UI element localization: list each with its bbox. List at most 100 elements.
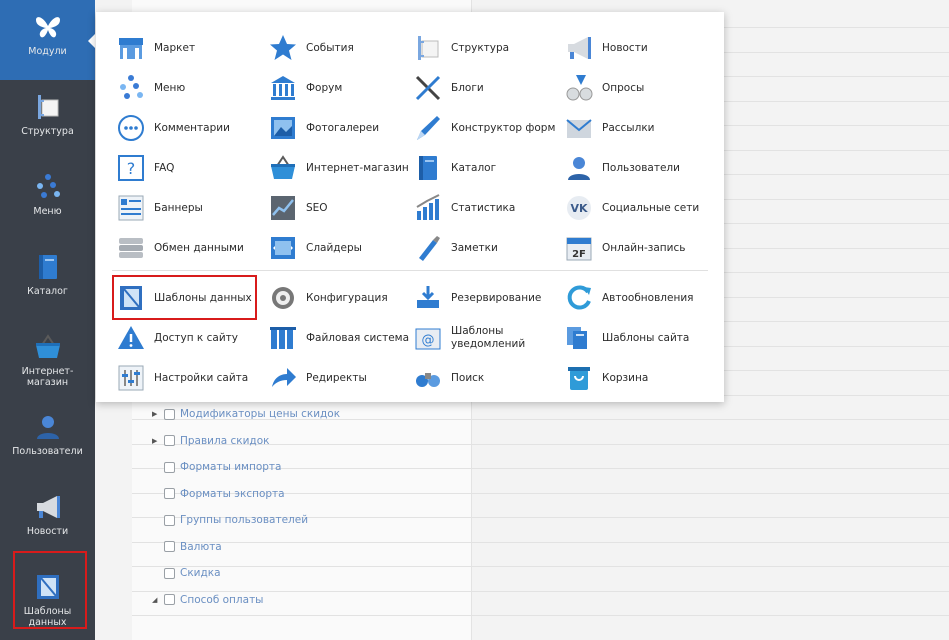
module-новости[interactable]: Новости bbox=[564, 30, 714, 66]
module-слайдеры[interactable]: Слайдеры bbox=[268, 230, 418, 266]
module-label: Комментарии bbox=[154, 121, 230, 134]
refresh-icon bbox=[564, 283, 594, 313]
tree-row-label[interactable]: Форматы импорта bbox=[180, 461, 281, 473]
tree-row[interactable]: Форматы экспорта bbox=[152, 484, 285, 504]
module-баннеры[interactable]: Баннеры bbox=[116, 190, 266, 226]
pen-icon bbox=[413, 73, 443, 103]
module-рассылки[interactable]: Рассылки bbox=[564, 110, 714, 146]
tree-row[interactable]: Форматы импорта bbox=[152, 457, 281, 477]
megaphone-icon bbox=[33, 492, 63, 522]
module-label: FAQ bbox=[154, 161, 175, 174]
module-обмен-данными[interactable]: Обмен данными bbox=[116, 230, 266, 266]
module-шаблоны-сайта[interactable]: Шаблоны сайта bbox=[564, 320, 714, 356]
tree-row-label[interactable]: Модификаторы цены скидок bbox=[180, 408, 340, 420]
module-faq[interactable]: ? FAQ bbox=[116, 150, 266, 186]
module-меню[interactable]: Меню bbox=[116, 70, 266, 106]
tree-row[interactable]: ▶ Модификаторы цены скидок bbox=[152, 404, 340, 424]
module-label: Пользователи bbox=[602, 161, 680, 174]
expand-arrow-icon[interactable]: ◢ bbox=[152, 596, 160, 604]
module-редиректы[interactable]: Редиректы bbox=[268, 360, 418, 396]
sidebar-item-label: Пользователи bbox=[12, 446, 83, 457]
tree-row[interactable]: ▶ Правила скидок bbox=[152, 431, 269, 451]
module-пользователи[interactable]: Пользователи bbox=[564, 150, 714, 186]
module-label: Интернет-магазин bbox=[306, 161, 409, 174]
module-резервирование[interactable]: Резервирование bbox=[413, 280, 563, 316]
module-опросы[interactable]: Опросы bbox=[564, 70, 714, 106]
module-корзина[interactable]: Корзина bbox=[564, 360, 714, 396]
module-события[interactable]: События bbox=[268, 30, 418, 66]
module-конфигурация[interactable]: Конфигурация bbox=[268, 280, 418, 316]
tree-row-label[interactable]: Скидка bbox=[180, 567, 221, 579]
module-шаблоны-уведомлений[interactable]: @ Шаблоны уведомлений bbox=[413, 320, 563, 356]
module-label: Конструктор форм bbox=[451, 121, 556, 134]
module-доступ-к-сайту[interactable]: Доступ к сайту bbox=[116, 320, 266, 356]
tree-row[interactable]: Скидка bbox=[152, 563, 221, 583]
sidebar-item-3[interactable]: Каталог bbox=[0, 240, 95, 320]
module-поиск[interactable]: Поиск bbox=[413, 360, 563, 396]
svg-text:VK: VK bbox=[570, 202, 588, 215]
module-label: Опросы bbox=[602, 81, 645, 94]
module-файловая-система[interactable]: Файловая система bbox=[268, 320, 418, 356]
files-icon bbox=[268, 323, 298, 353]
sidebar-item-2[interactable]: Меню bbox=[0, 160, 95, 240]
tree-row-label[interactable]: Группы пользователей bbox=[180, 514, 308, 526]
tree-checkbox[interactable] bbox=[164, 488, 175, 499]
poll-icon bbox=[564, 73, 594, 103]
module-заметки[interactable]: Заметки bbox=[413, 230, 563, 266]
tree-checkbox[interactable] bbox=[164, 541, 175, 552]
module-маркет[interactable]: Маркет bbox=[116, 30, 266, 66]
module-label: Шаблоны сайта bbox=[602, 331, 690, 344]
module-label: Блоги bbox=[451, 81, 484, 94]
tree-row[interactable]: Валюта bbox=[152, 537, 222, 557]
sidebar-item-5[interactable]: Пользователи bbox=[0, 400, 95, 480]
module-label: Доступ к сайту bbox=[154, 331, 238, 344]
module-label: События bbox=[306, 41, 354, 54]
tree-row[interactable]: ◢ Способ оплаты bbox=[152, 590, 263, 610]
module-комментарии[interactable]: Комментарии bbox=[116, 110, 266, 146]
module-конструктор-форм[interactable]: Конструктор форм bbox=[413, 110, 563, 146]
module-структура[interactable]: Структура bbox=[413, 30, 563, 66]
tree-row-label[interactable]: Форматы экспорта bbox=[180, 488, 285, 500]
tree-checkbox[interactable] bbox=[164, 594, 175, 605]
module-label: Конфигурация bbox=[306, 291, 388, 304]
module-форум[interactable]: Форум bbox=[268, 70, 418, 106]
expand-arrow-icon[interactable]: ▶ bbox=[152, 410, 160, 418]
sidebar-highlight-box bbox=[13, 551, 87, 629]
tree-row-label[interactable]: Способ оплаты bbox=[180, 594, 263, 606]
module-статистика[interactable]: Статистика bbox=[413, 190, 563, 226]
module-интернет-магазин[interactable]: Интернет-магазин bbox=[268, 150, 418, 186]
module-каталог[interactable]: Каталог bbox=[413, 150, 563, 186]
module-seo[interactable]: SEO bbox=[268, 190, 418, 226]
slider-icon bbox=[268, 233, 298, 263]
expand-arrow-icon[interactable]: ▶ bbox=[152, 437, 160, 445]
tree-row-label[interactable]: Правила скидок bbox=[180, 435, 269, 447]
menu-tree-icon bbox=[33, 172, 63, 202]
tree-row-label[interactable]: Валюта bbox=[180, 541, 222, 553]
module-социальные-сети[interactable]: VK Социальные сети bbox=[564, 190, 714, 226]
tree-checkbox[interactable] bbox=[164, 567, 175, 579]
module-label: Баннеры bbox=[154, 201, 203, 214]
sidebar-item-4[interactable]: Интернет-магазин bbox=[0, 320, 95, 400]
tree-checkbox[interactable] bbox=[164, 461, 175, 473]
module-label: Настройки сайта bbox=[154, 371, 249, 384]
tree-checkbox[interactable] bbox=[164, 435, 175, 446]
module-автообновления[interactable]: Автообновления bbox=[564, 280, 714, 316]
sidebar-item-6[interactable]: Новости bbox=[0, 480, 95, 560]
sidebar-item-label: Новости bbox=[26, 526, 69, 537]
megaphone-icon bbox=[564, 33, 594, 63]
mail-at-icon: @ bbox=[413, 323, 443, 353]
settings-icon bbox=[116, 363, 146, 393]
module-label: SEO bbox=[306, 201, 328, 214]
module-онлайн-запись[interactable]: 2F Онлайн-запись bbox=[564, 230, 714, 266]
module-настройки-сайта[interactable]: Настройки сайта bbox=[116, 360, 266, 396]
sidebar-item-0[interactable]: Модули bbox=[0, 0, 95, 80]
book-icon bbox=[33, 252, 63, 282]
sidebar-item-label: Каталог bbox=[27, 286, 68, 297]
tree-checkbox[interactable] bbox=[164, 514, 175, 526]
module-фотогалереи[interactable]: Фотогалереи bbox=[268, 110, 418, 146]
tree-checkbox[interactable] bbox=[164, 408, 175, 420]
module-label: Маркет bbox=[154, 41, 196, 54]
sidebar-item-1[interactable]: Структура bbox=[0, 80, 95, 160]
module-блоги[interactable]: Блоги bbox=[413, 70, 563, 106]
tree-row[interactable]: Группы пользователей bbox=[152, 510, 308, 530]
